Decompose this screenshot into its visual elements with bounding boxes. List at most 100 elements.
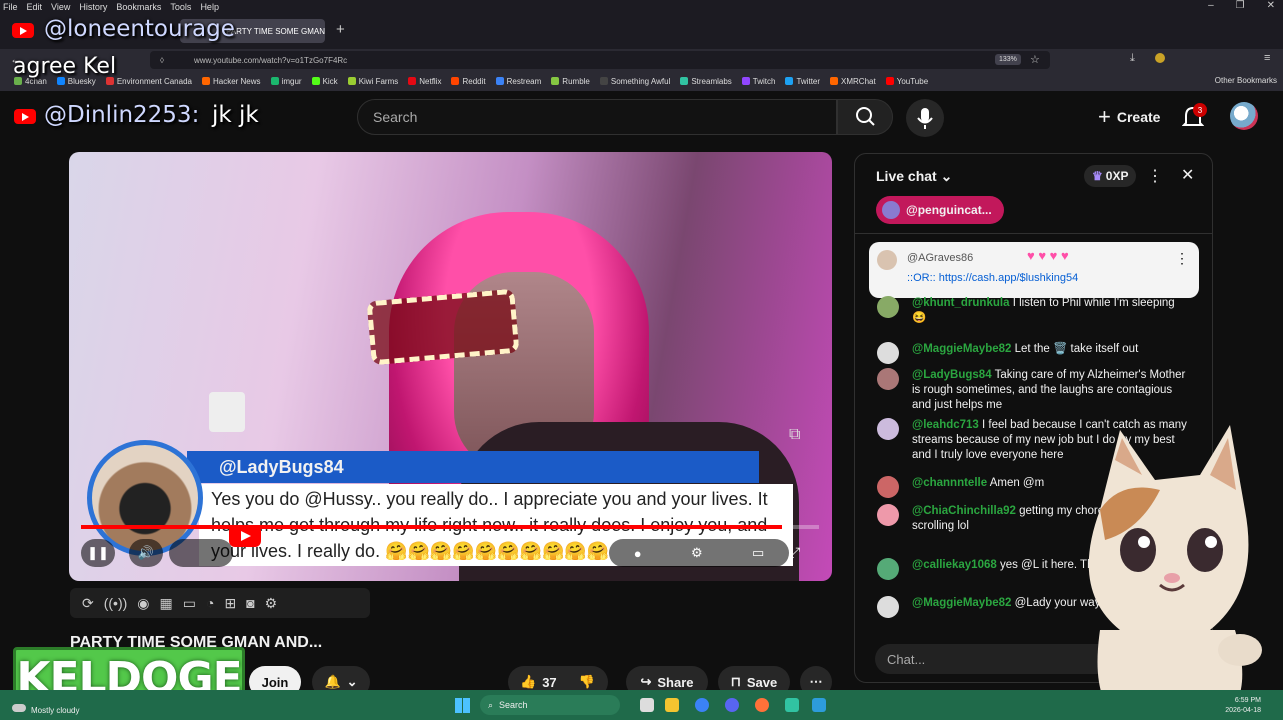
menu-edit[interactable]: Edit — [27, 2, 43, 12]
system-clock[interactable]: 6:59 PM 2026-04-18 — [1225, 696, 1261, 716]
menu-help[interactable]: Help — [200, 2, 219, 12]
menu-history[interactable]: History — [79, 2, 107, 12]
menu-tools[interactable]: Tools — [170, 2, 191, 12]
task-view-icon[interactable] — [640, 698, 654, 712]
chat-username[interactable]: @MaggieMaybe82 — [912, 597, 1011, 609]
star-icon[interactable]: ☆ — [1030, 53, 1040, 66]
other-bookmarks[interactable]: Other Bookmarks — [1215, 76, 1277, 85]
chat-username[interactable]: @khunt_drunkula — [912, 297, 1009, 309]
speed-icon[interactable]: ◔ — [206, 595, 214, 611]
download-icon[interactable]: ⤓ — [1130, 52, 1135, 65]
bookmark-item[interactable]: Hacker News — [201, 77, 261, 86]
thumbs-up-icon[interactable]: 👍 — [520, 674, 536, 690]
chat-avatar[interactable] — [877, 596, 899, 618]
bookmark-item[interactable]: Something Awful — [599, 77, 670, 86]
pinned-more-icon[interactable]: ⋮ — [1175, 250, 1189, 267]
file-explorer-icon[interactable] — [665, 698, 679, 712]
restore-icon[interactable]: ❐ — [1236, 0, 1245, 11]
chat-username[interactable]: @LadyBugs84 — [912, 369, 992, 381]
new-tab-icon[interactable]: + — [336, 21, 345, 38]
broadcast-icon[interactable]: ((•)) — [104, 595, 128, 611]
pause-button[interactable]: ❚❚ — [81, 539, 115, 567]
play-icon[interactable] — [229, 525, 261, 547]
menu-file[interactable]: File — [3, 2, 18, 12]
menu-bookmarks[interactable]: Bookmarks — [116, 2, 161, 12]
firefox-icon[interactable] — [755, 698, 769, 712]
edge-icon[interactable] — [695, 698, 709, 712]
gear-icon[interactable]: ⚙ — [265, 595, 278, 612]
app-icon[interactable] — [812, 698, 826, 712]
chat-avatar[interactable] — [877, 476, 899, 498]
chat-avatar[interactable] — [877, 558, 899, 580]
bookmark-item[interactable]: Twitch — [741, 77, 775, 86]
chat-username[interactable]: @channntelle — [912, 477, 987, 489]
create-button[interactable]: + Create — [1088, 102, 1170, 132]
autoplay-icon[interactable]: ● — [634, 546, 642, 561]
streamlabs-icon[interactable] — [785, 698, 799, 712]
extension-icon[interactable] — [1155, 53, 1165, 63]
weather-icon — [12, 704, 26, 712]
account-avatar[interactable] — [1230, 102, 1258, 130]
bookmark-item[interactable]: imgur — [270, 77, 302, 86]
taskbar-search[interactable]: ⌕ Search — [480, 695, 620, 715]
settings-icon[interactable]: ⚙ — [691, 545, 703, 561]
bookmark-item[interactable]: Netflix — [408, 77, 441, 86]
progress-bar[interactable] — [81, 525, 819, 529]
video-player[interactable]: ⧉ @LadyBugs84 Yes you do @Hussy.. you re… — [69, 152, 832, 581]
chat-avatar[interactable] — [877, 418, 899, 440]
add-icon[interactable]: ⊞ — [224, 595, 236, 612]
chat-title[interactable]: Live chat ⌄ — [876, 168, 952, 185]
minimize-icon[interactable]: – — [1208, 0, 1214, 11]
chat-avatar[interactable] — [877, 368, 899, 390]
bookmark-item[interactable]: YouTube — [885, 77, 928, 86]
chat-avatar[interactable] — [877, 296, 899, 318]
zoom-level[interactable]: 133% — [995, 54, 1021, 65]
bookmark-item[interactable]: Rumble — [551, 77, 590, 86]
xp-value: 0XP — [1105, 169, 1129, 183]
chat-username[interactable]: @ChiaChinchilla92 — [912, 505, 1016, 517]
loop-icon[interactable]: ⟳ — [82, 595, 94, 612]
chat-username[interactable]: @calliekay1068 — [912, 559, 997, 571]
bookmark-item[interactable]: Reddit — [451, 76, 486, 86]
eye-icon[interactable]: ◉ — [137, 595, 149, 612]
bookmark-favicon-icon — [830, 77, 839, 85]
hamburger-menu-icon[interactable]: ≡ — [1264, 52, 1270, 64]
bookmark-item[interactable]: Kiwi Farms — [347, 77, 398, 86]
more-vert-icon[interactable]: ⋮ — [1147, 166, 1163, 186]
windows-start-icon[interactable] — [455, 698, 470, 713]
chat-avatar[interactable] — [877, 342, 899, 364]
film-icon[interactable]: ▦ — [160, 595, 173, 612]
discord-icon[interactable] — [725, 698, 739, 712]
bookmark-item[interactable]: Restream — [495, 77, 541, 86]
bookmark-item[interactable]: Kick — [311, 77, 338, 86]
chat-username[interactable]: @leahdc713 — [912, 419, 979, 431]
voice-search-button[interactable] — [906, 99, 944, 137]
bookmark-label: Reddit — [462, 76, 486, 86]
xp-badge[interactable]: ♛ 0XP — [1084, 165, 1137, 187]
camera-icon[interactable]: ◙ — [246, 595, 254, 611]
taskbar: Mostly cloudy ⌕ Search 6:59 PM 2026-04-18 — [0, 690, 1283, 720]
thumbs-down-icon[interactable]: 👎 — [579, 674, 595, 690]
miniplayer-icon[interactable]: ⧉ — [789, 426, 800, 444]
search-input[interactable]: Search — [357, 99, 837, 135]
aspect-icon[interactable]: ▭ — [183, 595, 196, 612]
search-button[interactable] — [837, 99, 893, 135]
bookmark-item[interactable]: Streamlabs — [680, 77, 732, 86]
menu-view[interactable]: View — [51, 2, 70, 12]
volume-button[interactable]: 🔊 — [129, 539, 163, 567]
pinned-text[interactable]: ::OR:: https://cash.app/$lushking54 — [907, 272, 1078, 284]
chat-username[interactable]: @MaggieMaybe82 — [912, 343, 1011, 355]
volume-slider[interactable] — [169, 539, 233, 567]
close-window-icon[interactable]: ✕ — [1267, 0, 1275, 11]
bookmark-item[interactable]: Environment Canada — [105, 77, 192, 86]
captions-icon[interactable]: ▭ — [752, 545, 764, 561]
pinned-user-pill[interactable]: @penguincat... — [876, 196, 1004, 224]
chat-avatar[interactable] — [877, 504, 899, 526]
close-chat-icon[interactable]: ✕ — [1181, 165, 1194, 185]
share-icon: ↪ — [640, 674, 652, 689]
bookmark-item[interactable]: Twitter — [785, 77, 820, 86]
url-bar[interactable]: ◊ www.youtube.com/watch?v=o1TzGo7F4Rc 13… — [150, 51, 1050, 69]
fullscreen-icon[interactable]: ⤢ — [789, 544, 800, 561]
bookmark-favicon-icon — [741, 77, 750, 85]
bookmark-item[interactable]: XMRChat — [830, 77, 876, 86]
